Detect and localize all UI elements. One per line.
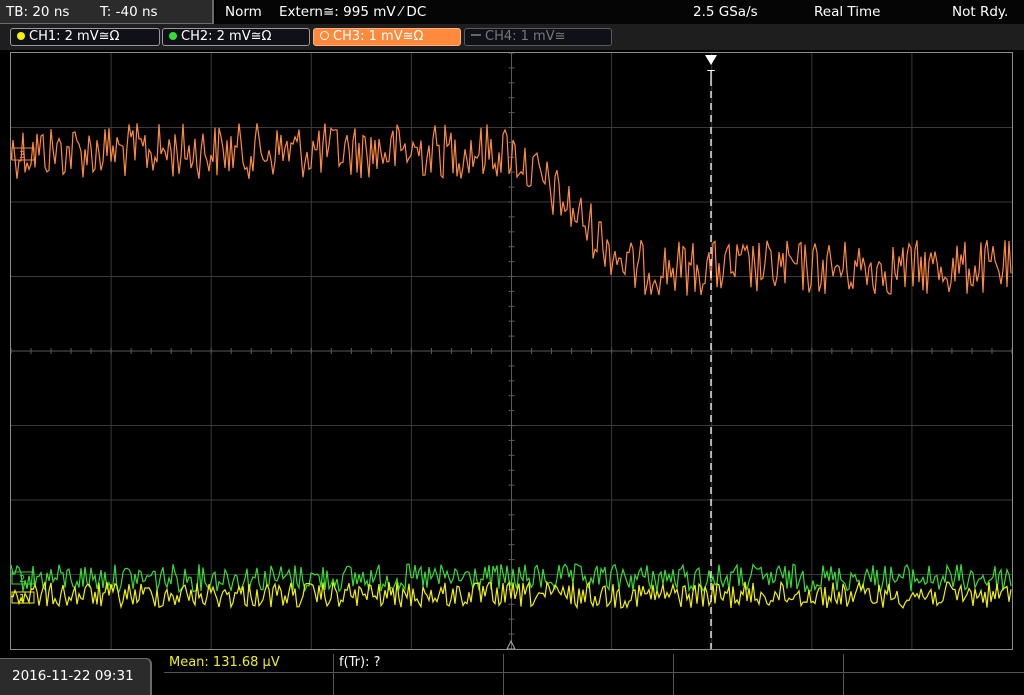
waveform-display[interactable]: T 3 2 1 <box>10 52 1013 650</box>
measurement-rise-freq-value: f(Tr): ? <box>339 655 381 670</box>
trigger-marker-label: T <box>706 68 715 82</box>
channel-3-label: CH3: 1 mV≅Ω <box>333 29 424 44</box>
channel-1-marker-label: 1 <box>19 593 25 604</box>
acquisition-state-label: Not Rdy. <box>952 4 1009 20</box>
channel-4-label: CH4: 1 mV≅ <box>485 29 566 44</box>
channel-2-marker-label: 2 <box>19 574 25 585</box>
channel-2-dot-icon <box>169 32 177 40</box>
sample-rate-label[interactable]: 2.5 GSa/s <box>693 4 758 20</box>
channel-4-button[interactable]: CH4: 1 mV≅ <box>464 28 612 46</box>
channel-3-dot-icon <box>320 31 329 40</box>
measurement-cell-empty-8[interactable] <box>844 673 1024 695</box>
datetime-label: 2016-11-22 09:31 <box>12 668 134 684</box>
measurement-cell-empty-1[interactable] <box>504 654 674 673</box>
measurement-cell-empty-4[interactable] <box>164 673 334 695</box>
channel-2-button[interactable]: CH2: 2 mV≅Ω <box>162 28 310 46</box>
datetime-panel: 2016-11-22 09:31 <box>0 658 152 695</box>
measurement-cell-rise-freq[interactable]: f(Tr): ? <box>334 654 504 673</box>
trigger-mode-label[interactable]: Norm <box>225 4 262 20</box>
channel-bar: CH1: 2 mV≅Ω CH2: 2 mV≅Ω CH3: 1 mV≅Ω CH4:… <box>0 24 1024 50</box>
status-bar: TB: 20 ns T: -40 ns Norm Extern≅: 995 mV… <box>0 0 1024 24</box>
measurement-cell-empty-7[interactable] <box>674 673 844 695</box>
bottom-bar: 2016-11-22 09:31 Mean: 131.68 µV f(Tr): … <box>0 650 1024 695</box>
channel-2-label: CH2: 2 mV≅Ω <box>181 29 272 44</box>
channel-1-dot-icon <box>17 32 25 40</box>
waveform-canvas: T 3 2 1 <box>11 53 1012 649</box>
acquisition-mode-label[interactable]: Real Time <box>814 4 880 20</box>
timebase-panel[interactable]: TB: 20 ns T: -40 ns <box>0 0 214 24</box>
channel-1-button[interactable]: CH1: 2 mV≅Ω <box>10 28 160 46</box>
trigger-time-label[interactable]: T: -40 ns <box>100 4 158 20</box>
channel-4-off-icon <box>471 34 481 36</box>
measurement-cell-empty-6[interactable] <box>504 673 674 695</box>
channel-1-label: CH1: 2 mV≅Ω <box>29 29 120 44</box>
channel-3-button[interactable]: CH3: 1 mV≅Ω <box>313 28 461 46</box>
measurement-panel[interactable]: Mean: 131.68 µV f(Tr): ? <box>164 654 1024 695</box>
graticule <box>11 53 1012 649</box>
measurement-cell-empty-2[interactable] <box>674 654 844 673</box>
channel-3-marker-label: 3 <box>19 150 25 161</box>
measurement-cell-empty-5[interactable] <box>334 673 504 695</box>
acquisition-panel: Norm Extern≅: 995 mV ⁄ DC 2.5 GSa/s Real… <box>216 0 1024 24</box>
measurement-cell-mean[interactable]: Mean: 131.68 µV <box>164 654 334 673</box>
trigger-source-label[interactable]: Extern≅: 995 mV ⁄ DC <box>279 4 426 20</box>
trigger-position-arrow-icon[interactable] <box>705 55 717 65</box>
measurement-mean-value: Mean: 131.68 µV <box>169 655 280 670</box>
measurement-cell-empty-3[interactable] <box>844 654 1024 673</box>
timebase-label[interactable]: TB: 20 ns <box>6 4 69 20</box>
